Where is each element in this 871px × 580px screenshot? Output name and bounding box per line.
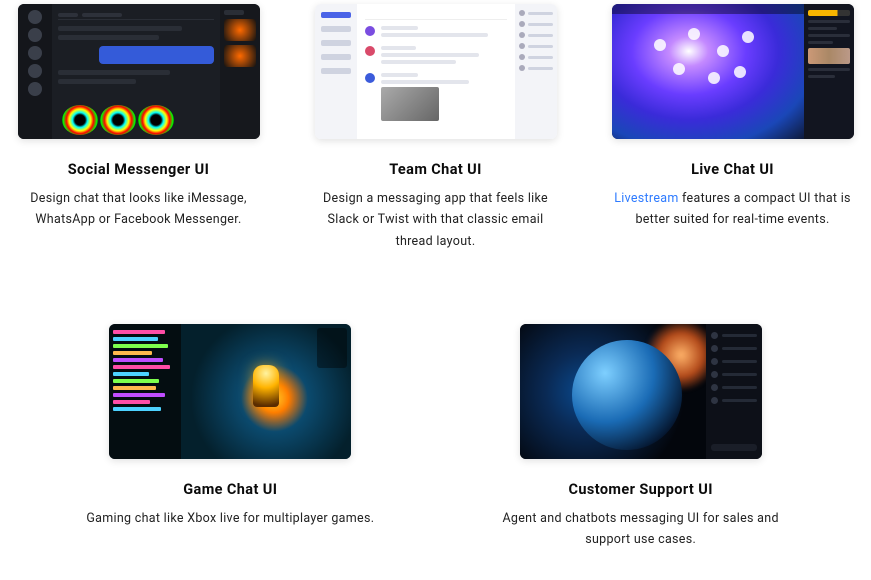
card-social-messenger: Social Messenger UI Design chat that loo… xyxy=(8,4,270,252)
card-desc: Livestream features a compact UI that is… xyxy=(602,188,864,231)
livestream-link[interactable]: Livestream xyxy=(614,191,678,206)
card-desc: Design chat that looks like iMessage, Wh… xyxy=(8,188,270,231)
card-live-chat: Live Chat UI Livestream features a compa… xyxy=(602,4,864,252)
card-team-chat: Team Chat UI Design a messaging app that… xyxy=(305,4,567,252)
card-title: Social Messenger UI xyxy=(68,161,210,178)
thumbnail-customer-support[interactable] xyxy=(520,324,762,459)
card-title: Customer Support UI xyxy=(568,481,712,498)
card-desc: Agent and chatbots messaging UI for sale… xyxy=(481,508,801,551)
card-grid: Social Messenger UI Design chat that loo… xyxy=(0,0,871,580)
card-title: Game Chat UI xyxy=(183,481,277,498)
thumbnail-social-messenger[interactable] xyxy=(18,4,260,139)
card-game-chat: Game Chat UI Gaming chat like Xbox live … xyxy=(70,324,390,551)
card-desc: Gaming chat like Xbox live for multiplay… xyxy=(80,508,380,529)
card-customer-support: Customer Support UI Agent and chatbots m… xyxy=(481,324,801,551)
card-desc: Design a messaging app that feels like S… xyxy=(305,188,567,252)
card-title: Live Chat UI xyxy=(691,161,774,178)
thumbnail-game-chat[interactable] xyxy=(109,324,351,459)
thumbnail-live-chat[interactable] xyxy=(612,4,854,139)
card-row-2: Game Chat UI Gaming chat like Xbox live … xyxy=(0,324,871,551)
thumbnail-team-chat[interactable] xyxy=(315,4,557,139)
card-title: Team Chat UI xyxy=(389,161,482,178)
